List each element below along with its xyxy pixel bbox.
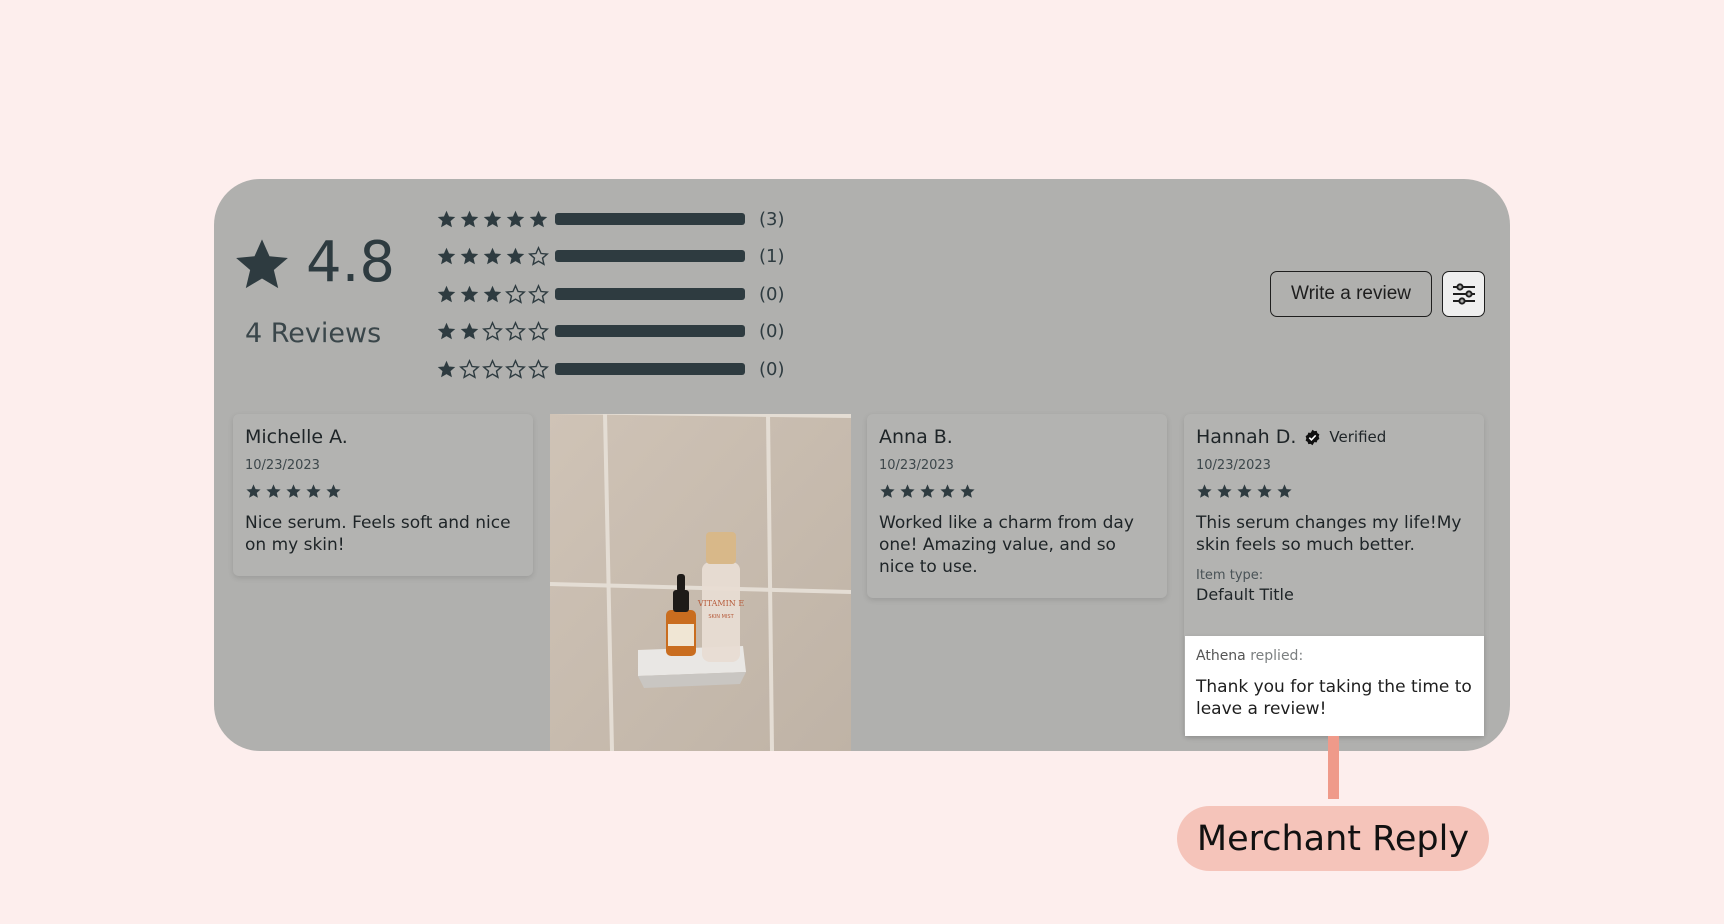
reviewer-name: Anna B. — [879, 426, 953, 448]
review-date: 10/23/2023 — [245, 458, 320, 473]
star-filled-icon — [326, 484, 341, 498]
star-filled-icon — [1237, 484, 1252, 498]
star-rating-icon — [436, 283, 554, 305]
star-filled-icon — [506, 247, 525, 264]
star-filled-icon — [529, 210, 548, 227]
average-rating: 4.8 — [306, 230, 396, 295]
star-filled-icon — [437, 210, 456, 227]
sliders-icon — [1452, 283, 1475, 305]
average-star-icon — [236, 239, 288, 289]
star-empty-icon — [505, 358, 526, 379]
star-filled-icon — [246, 484, 261, 498]
rating-count: (0) — [759, 320, 785, 342]
star-empty-icon — [505, 283, 526, 304]
review-photo[interactable]: VITAMIN E SKIN MIST — [550, 414, 851, 751]
star-filled-icon — [920, 484, 935, 498]
reply-header: Athena replied: — [1196, 648, 1473, 664]
star-filled-icon — [460, 322, 479, 339]
star-empty-icon — [482, 320, 503, 341]
verified-check-icon — [1306, 429, 1320, 445]
star-filled-icon — [437, 360, 456, 377]
reviewer-name: Michelle A. — [245, 426, 348, 448]
star-filled-icon — [460, 285, 479, 302]
star-rating-icon — [436, 245, 554, 267]
star-filled-icon — [880, 484, 895, 498]
reply-text: Thank you for taking the time to leave a… — [1196, 677, 1472, 719]
filter-button[interactable] — [1442, 271, 1485, 317]
review-card[interactable]: Anna B. 10/23/2023 Worked like a charm f… — [867, 414, 1167, 598]
merchant-reply: Athena replied: Thank you for taking the… — [1185, 636, 1484, 736]
rating-count: (0) — [759, 283, 785, 305]
star-rating-icon — [436, 320, 554, 342]
star-filled-icon — [940, 484, 955, 498]
bottle-sublabel: SKIN MIST — [708, 614, 734, 620]
star-filled-icon — [306, 484, 321, 498]
star-filled-icon — [1277, 484, 1292, 498]
review-stars — [245, 483, 521, 500]
review-count: 4 Reviews — [245, 318, 382, 349]
review-stars — [879, 483, 1155, 500]
callout-connector — [1328, 736, 1339, 799]
star-filled-icon — [460, 210, 479, 227]
review-date: 10/23/2023 — [879, 458, 954, 473]
review-card[interactable]: Michelle A. 10/23/2023 Nice serum. Feels… — [233, 414, 533, 576]
star-filled-icon — [960, 484, 975, 498]
review-body: This serum changes my life!My skin feels… — [1196, 513, 1462, 555]
bottle-label: VITAMIN E — [697, 599, 745, 608]
rating-row-2[interactable]: (0) — [436, 319, 785, 343]
item-type-label: Item type: — [1196, 568, 1264, 583]
rating-row-5[interactable]: (3) — [436, 207, 785, 231]
star-empty-icon — [528, 283, 549, 304]
replied-label: replied: — [1245, 648, 1304, 664]
star-filled-icon — [437, 285, 456, 302]
rating-row-1[interactable]: (0) — [436, 357, 785, 381]
star-filled-icon — [286, 484, 301, 498]
star-filled-icon — [483, 247, 502, 264]
star-filled-icon — [1217, 484, 1232, 498]
star-filled-icon — [437, 322, 456, 339]
rating-count: (1) — [759, 245, 785, 267]
reply-author: Athena — [1196, 648, 1246, 664]
rating-count: (0) — [759, 358, 785, 380]
rating-count: (3) — [759, 208, 785, 230]
star-empty-icon — [528, 358, 549, 379]
verified-label: Verified — [1329, 428, 1387, 446]
star-empty-icon — [459, 358, 480, 379]
write-review-button[interactable]: Write a review — [1270, 271, 1432, 317]
review-body: Worked like a charm from day one! Amazin… — [879, 513, 1134, 577]
star-empty-icon — [505, 320, 526, 341]
star-filled-icon — [1197, 484, 1212, 498]
star-rating-icon — [436, 209, 554, 230]
rating-row-4[interactable]: (1) — [436, 244, 785, 268]
item-type-value: Default Title — [1196, 585, 1294, 604]
review-body: Nice serum. Feels soft and nice on my sk… — [245, 513, 511, 555]
review-date: 10/23/2023 — [1196, 458, 1271, 473]
star-filled-icon — [483, 210, 502, 227]
star-empty-icon — [528, 245, 549, 266]
rating-bar — [555, 363, 745, 375]
reviewer-name: Hannah D. — [1196, 426, 1297, 448]
star-rating-icon — [436, 358, 554, 380]
rating-bar — [555, 213, 745, 225]
merchant-reply-callout: Merchant Reply — [1177, 806, 1489, 871]
star-filled-icon — [483, 285, 502, 302]
review-stars — [1196, 483, 1472, 500]
star-empty-icon — [482, 358, 503, 379]
rating-bar — [555, 325, 745, 337]
star-filled-icon — [437, 247, 456, 264]
star-filled-icon — [460, 247, 479, 264]
star-filled-icon — [266, 484, 281, 498]
rating-row-3[interactable]: (0) — [436, 282, 785, 306]
star-filled-icon — [900, 484, 915, 498]
product-photo-image: VITAMIN E SKIN MIST — [550, 414, 851, 751]
rating-bar — [555, 250, 745, 262]
star-filled-icon — [1257, 484, 1272, 498]
star-empty-icon — [528, 320, 549, 341]
star-filled-icon — [506, 210, 525, 227]
rating-bar — [555, 288, 745, 300]
